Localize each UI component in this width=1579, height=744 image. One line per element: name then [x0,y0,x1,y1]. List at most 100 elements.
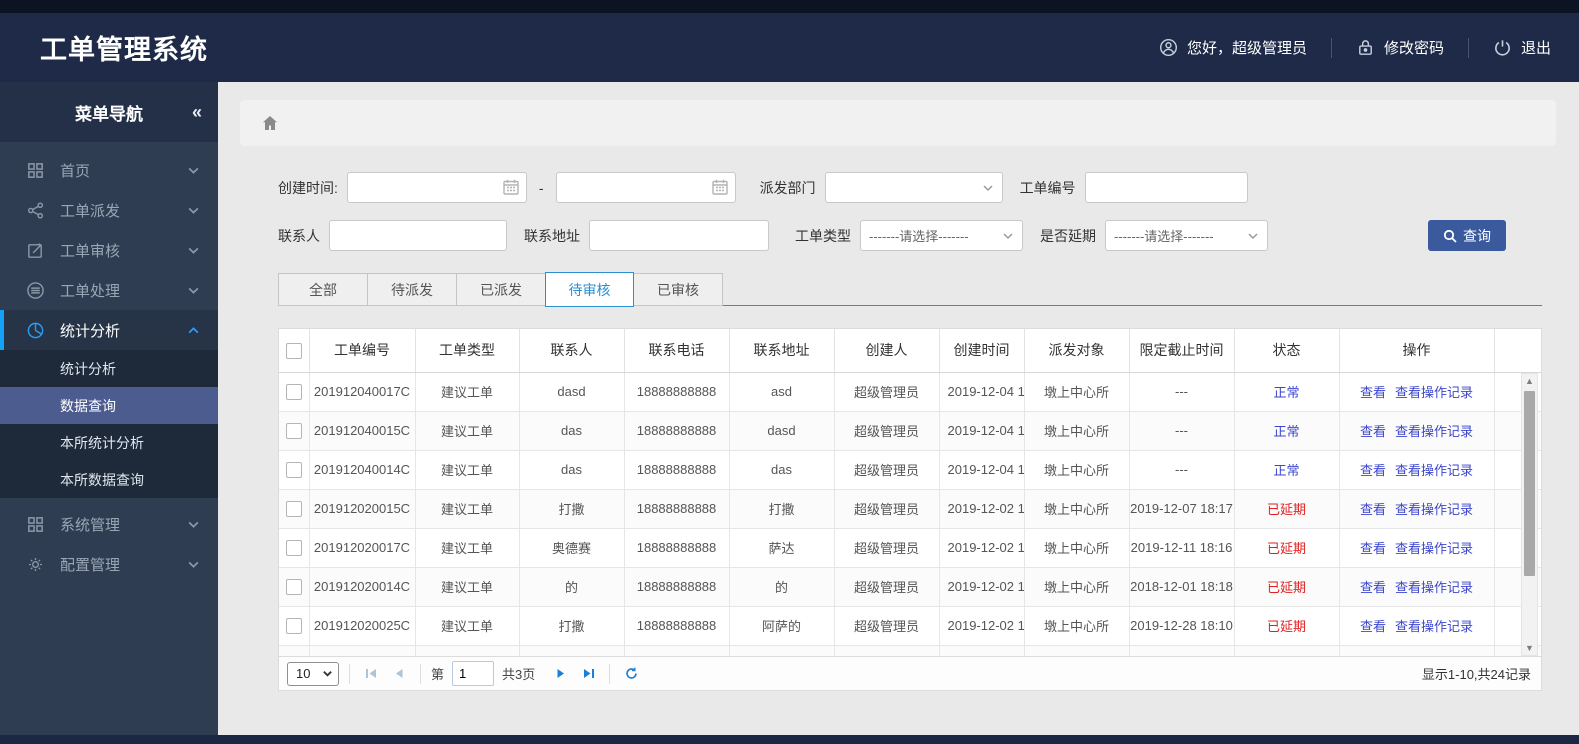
sidebar-item-home[interactable]: 首页 [0,150,218,190]
view-log-link[interactable]: 查看操作记录 [1395,541,1473,556]
view-log-link[interactable]: 查看操作记录 [1395,463,1473,478]
scrollbar-thumb[interactable] [1524,391,1535,576]
vertical-scrollbar[interactable]: ▲ ▼ [1521,373,1538,656]
view-link[interactable]: 查看 [1360,463,1386,478]
row-select-cell [279,489,310,529]
row-checkbox[interactable] [285,578,302,595]
user-icon [1159,38,1177,57]
cell-contact: 奥德赛 [519,528,625,568]
scroll-down-arrow[interactable]: ▼ [1522,641,1537,655]
order-type-select[interactable]: -------请选择------- [860,220,1023,251]
view-link[interactable]: 查看 [1360,385,1386,400]
status-badge [1234,645,1340,656]
view-log-link[interactable]: 查看操作记录 [1395,424,1473,439]
sidebar-item-system[interactable]: 系统管理 [0,504,218,544]
row-checkbox[interactable] [285,383,302,400]
home-icon[interactable] [260,113,280,133]
view-log-link[interactable]: 查看操作记录 [1395,580,1473,595]
next-page-button[interactable] [549,663,571,685]
sidebar-collapse-icon[interactable]: « [192,102,202,123]
user-greeting[interactable]: 您好，超级管理员 [1159,37,1307,58]
row-checkbox[interactable] [285,422,302,439]
search-button[interactable]: 查询 [1428,220,1506,251]
contact-input[interactable] [329,220,507,251]
tab-label: 全部 [309,281,337,298]
logout-button[interactable]: 退出 [1493,37,1551,58]
view-link[interactable]: 查看 [1360,541,1386,556]
first-page-button[interactable] [360,663,382,685]
create-time-start-input[interactable] [346,172,527,203]
greeting-label: 您好，超级管理员 [1186,40,1307,57]
submenu-item-statistics[interactable]: 统计分析 [0,350,218,387]
row-checkbox[interactable] [285,539,302,556]
select-all-checkbox[interactable] [285,342,302,359]
submenu-item-local-statistics[interactable]: 本所统计分析 [0,424,218,461]
row-checkbox[interactable] [285,617,302,634]
address-input[interactable] [589,220,769,251]
tab-reviewed[interactable]: 已审核 [634,273,723,306]
cell-contact: 打撒 [519,606,625,646]
sidebar-item-label: 配置管理 [60,556,121,574]
view-log-link[interactable]: 查看操作记录 [1395,619,1473,634]
tab-dispatched[interactable]: 已派发 [456,273,545,306]
cell-phone: 18888888888 [624,567,730,607]
prev-page-button[interactable] [388,663,410,685]
change-password-button[interactable]: 修改密码 [1356,37,1444,58]
sidebar-item-process[interactable]: 工单处理 [0,270,218,310]
cell-order-type: 建议工单 [415,450,520,490]
chevron-down-icon [188,207,199,214]
submenu-item-data-query[interactable]: 数据查询 [0,387,218,424]
view-log-link[interactable]: 查看操作记录 [1395,385,1473,400]
delay-select[interactable]: -------请选择------- [1105,220,1268,251]
view-link[interactable]: 查看 [1360,580,1386,595]
cell-creator: 超级管理员 [834,489,940,529]
submenu-item-local-data-query[interactable]: 本所数据查询 [0,461,218,498]
sidebar-item-review[interactable]: 工单审核 [0,230,218,270]
sidebar-item-label: 工单派发 [60,202,121,220]
view-log-link[interactable]: 查看操作记录 [1395,502,1473,517]
column-header: 联系电话 [624,329,730,373]
view-link[interactable]: 查看 [1360,502,1386,517]
cell-target: 墩上中心所 [1024,489,1130,529]
cell-created: 2019-12-02 16 [939,567,1025,607]
row-select-cell [279,411,310,451]
status-badge: 已延期 [1234,567,1340,607]
calendar-icon[interactable] [711,178,729,196]
page-size-select[interactable]: 10 [287,661,339,686]
table-body: 201912040017C 建议工单 dasd 18888888888 asd 超级管理员… [279,372,1541,656]
sidebar-item-statistics[interactable]: 统计分析 [0,310,218,350]
tab-to-review[interactable]: 待审核 [545,272,634,307]
view-link[interactable]: 查看 [1360,424,1386,439]
row-checkbox[interactable] [285,500,302,517]
sidebar-item-config[interactable]: 配置管理 [0,544,218,584]
view-link[interactable]: 查看 [1360,619,1386,634]
sidebar: 菜单导航 « 首页 工单派发 工单审核 工单处理 统计分析 统计分析 数据查询 … [0,82,218,735]
dispatch-dept-select[interactable] [824,172,1003,203]
cell-actions [1339,645,1495,656]
sidebar-item-label: 工单处理 [60,282,121,300]
prev-page-icon [395,669,402,678]
order-no-input[interactable] [1084,172,1248,203]
refresh-button[interactable] [620,663,642,685]
cell-order-no: 201912020015C [309,489,416,529]
row-checkbox[interactable] [285,461,302,478]
cell-target [1024,645,1130,656]
row-select-cell [279,450,310,490]
cell-actions: 查看 查看操作记录 [1339,450,1495,490]
create-time-end-input[interactable] [555,172,736,203]
column-header: 操作 [1339,329,1495,373]
next-page-icon [557,669,564,678]
tab-all[interactable]: 全部 [278,273,367,306]
table-row: 201912040014C 建议工单 das 18888888888 das 超级管理员 2… [279,450,1541,490]
tab-label: 已派发 [480,281,522,298]
edit-icon [28,242,42,258]
status-badge: 正常 [1234,450,1340,490]
last-page-button[interactable] [577,663,599,685]
calendar-icon[interactable] [502,178,520,196]
status-badge: 正常 [1234,372,1340,412]
sidebar-item-dispatch[interactable]: 工单派发 [0,190,218,230]
page-number-input[interactable] [452,661,495,686]
divider [349,663,350,684]
scroll-up-arrow[interactable]: ▲ [1522,374,1537,388]
tab-to-dispatch[interactable]: 待派发 [367,273,456,306]
